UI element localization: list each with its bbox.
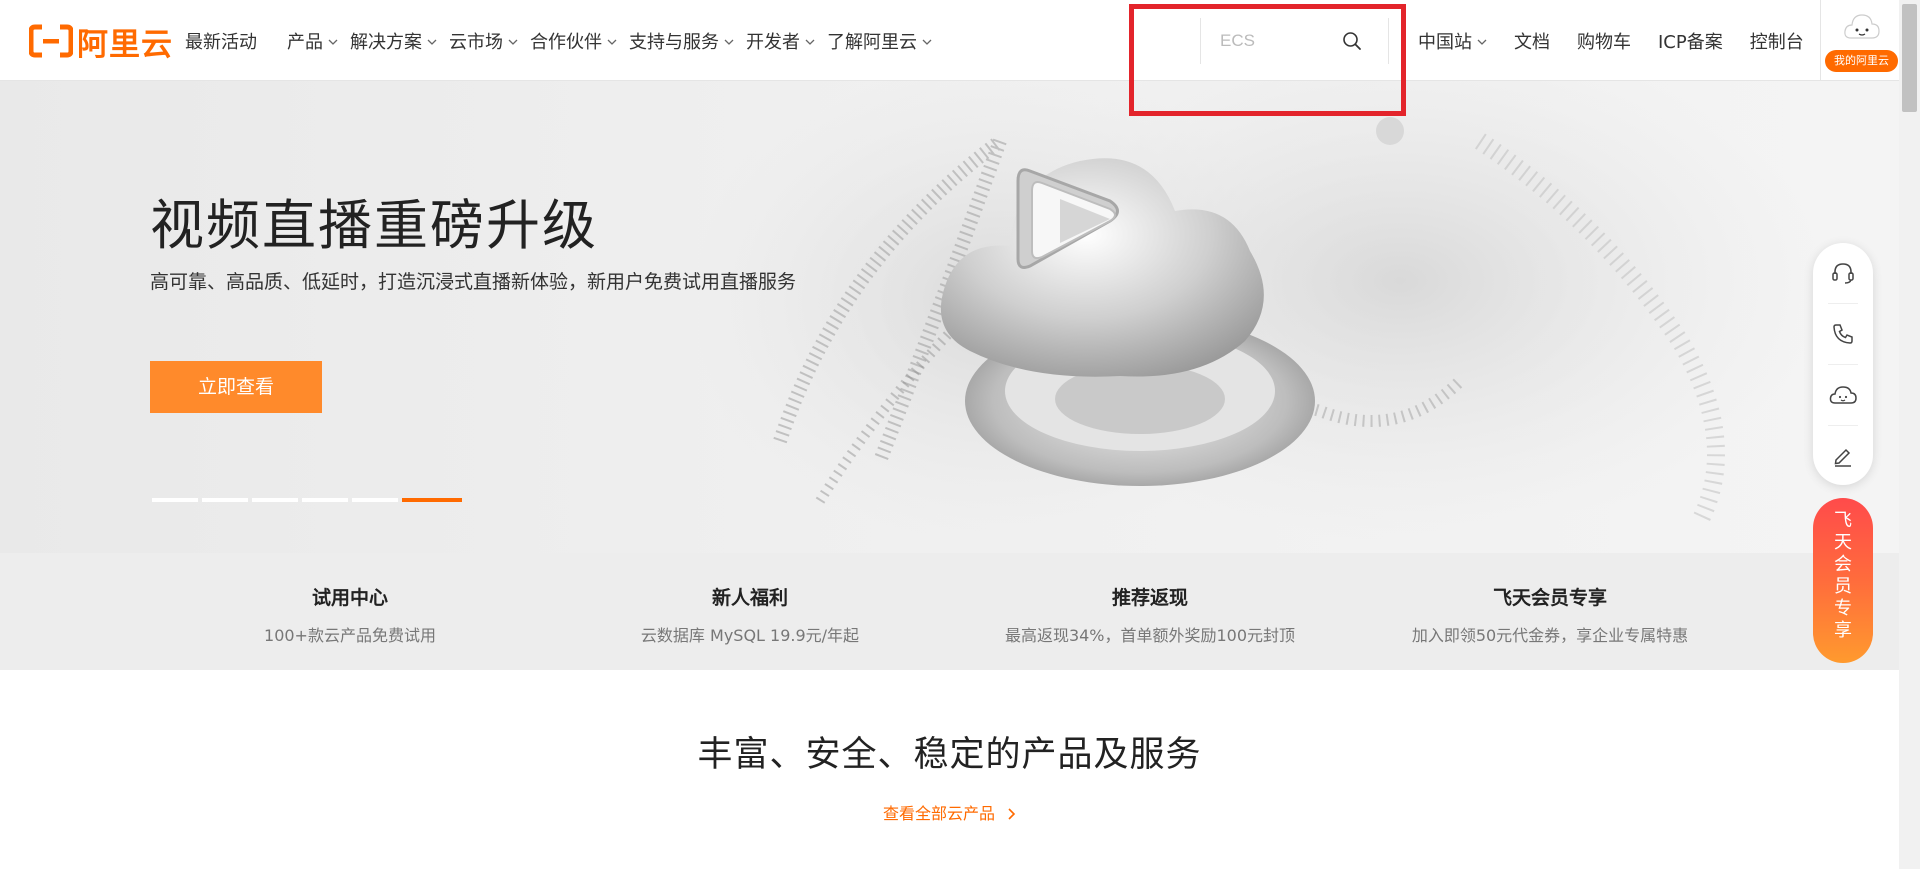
view-all-products-link[interactable]: 查看全部云产品 — [0, 800, 1899, 824]
carousel-dot[interactable] — [352, 498, 398, 502]
icp-link[interactable]: ICP备案 — [1658, 28, 1723, 54]
nav-item-about[interactable]: 了解阿里云 — [827, 28, 932, 54]
avatar[interactable] — [1843, 10, 1881, 44]
feitian-member-tab[interactable]: 飞天会员专享 — [1813, 498, 1873, 663]
nav-item-products[interactable]: 产品 — [287, 28, 338, 54]
promo-feitian-member[interactable]: 飞天会员专享 加入即领50元代金券，享企业专属特惠 — [1350, 553, 1750, 670]
hero-title: 视频直播重磅升级 — [150, 194, 598, 257]
nav-item-partners[interactable]: 合作伙伴 — [530, 28, 617, 54]
phone-icon[interactable] — [1813, 304, 1873, 364]
carousel-indicators — [152, 498, 466, 502]
promo-title: 飞天会员专享 — [1492, 587, 1607, 609]
nav-label: 最新活动 — [185, 31, 257, 53]
scrollbar-thumb[interactable] — [1902, 4, 1917, 112]
search-input[interactable] — [1218, 30, 1358, 52]
link-label: 查看全部云产品 — [882, 804, 995, 823]
promo-desc: 加入即领50元代金券，享企业专属特惠 — [1411, 626, 1689, 645]
carousel-dot-active[interactable] — [402, 498, 462, 502]
carousel-dot[interactable] — [152, 498, 198, 502]
aliyun-logo[interactable]: 阿里云 — [29, 22, 173, 63]
aliyun-logo-mark-icon — [29, 24, 73, 58]
nav-label: 合作伙伴 — [530, 31, 602, 53]
chevron-down-icon — [724, 30, 734, 51]
chevron-down-icon — [805, 30, 815, 51]
chevron-down-icon — [607, 30, 617, 51]
carousel-dot[interactable] — [202, 498, 248, 502]
aliyun-logo-text: 阿里云 — [77, 26, 173, 63]
docs-link[interactable]: 文档 — [1514, 28, 1550, 54]
promo-trial-center[interactable]: 试用中心 100+款云产品免费试用 — [150, 553, 550, 670]
promo-title: 推荐返现 — [1111, 587, 1188, 609]
promo-band: 试用中心 100+款云产品免费试用 新人福利 云数据库 MySQL 19.9元/… — [0, 553, 1899, 670]
nav-item-latest-activities[interactable]: 最新活动 — [185, 28, 257, 54]
search-box — [1200, 18, 1389, 64]
my-aliyun-badge[interactable]: 我的阿里云 — [1825, 50, 1898, 72]
cart-link[interactable]: 购物车 — [1577, 28, 1631, 54]
nav-label: 支持与服务 — [629, 31, 719, 53]
hero-subtitle: 高可靠、高品质、低延时，打造沉浸式直播新体验，新用户免费试用直播服务 — [150, 271, 797, 293]
promo-desc: 最高返现34%，首单额外奖励100元封顶 — [1004, 626, 1296, 645]
nav-item-solutions[interactable]: 解决方案 — [350, 28, 437, 54]
edit-icon[interactable] — [1813, 426, 1873, 486]
nav-label: 云市场 — [449, 31, 503, 53]
nav-label: 产品 — [287, 31, 323, 53]
carousel-dot[interactable] — [252, 498, 298, 502]
nav-label: 解决方案 — [350, 31, 422, 53]
right-nav: 中国站 文档 购物车 ICP备案 控制台 — [1418, 0, 1831, 81]
section-title: 丰富、安全、稳定的产品及服务 — [697, 735, 1202, 775]
search-icon[interactable] — [1342, 31, 1362, 55]
nav-item-support[interactable]: 支持与服务 — [629, 28, 734, 54]
console-link[interactable]: 控制台 — [1750, 28, 1804, 54]
nav-label: 了解阿里云 — [827, 31, 917, 53]
region-label: 中国站 — [1418, 31, 1472, 53]
chevron-down-icon — [328, 30, 338, 51]
headset-icon[interactable] — [1813, 243, 1873, 303]
user-area[interactable]: 我的阿里云 — [1820, 0, 1899, 81]
promo-title: 试用中心 — [311, 587, 388, 609]
main-nav: 最新活动 产品 解决方案 云市场 合作伙伴 支持与服务 开发者 了解阿里云 — [185, 0, 944, 81]
vertical-scrollbar[interactable] — [1899, 0, 1920, 869]
cloud-face-icon[interactable] — [1813, 365, 1873, 425]
hero-view-now-button[interactable]: 立即查看 — [150, 361, 322, 413]
nav-item-developers[interactable]: 开发者 — [746, 28, 815, 54]
carousel-dot[interactable] — [302, 498, 348, 502]
top-header: 阿里云 最新活动 产品 解决方案 云市场 合作伙伴 支持与服务 开发者 了解阿里… — [0, 0, 1899, 81]
promo-desc: 100+款云产品免费试用 — [264, 626, 436, 645]
chevron-down-icon — [508, 30, 518, 51]
promo-title: 新人福利 — [711, 587, 788, 609]
nav-label: 开发者 — [746, 31, 800, 53]
hero-cloud-play-illustration — [700, 81, 1820, 541]
promo-referral-cashback[interactable]: 推荐返现 最高返现34%，首单额外奖励100元封顶 — [950, 553, 1350, 670]
promo-new-user[interactable]: 新人福利 云数据库 MySQL 19.9元/年起 — [550, 553, 950, 670]
chevron-down-icon — [427, 30, 437, 51]
nav-item-marketplace[interactable]: 云市场 — [449, 28, 518, 54]
chevron-down-icon — [922, 30, 932, 51]
floating-toolbar — [1813, 243, 1873, 485]
region-selector[interactable]: 中国站 — [1418, 28, 1487, 54]
member-tab-label: 飞天会员专享 — [1834, 510, 1852, 641]
promo-desc: 云数据库 MySQL 19.9元/年起 — [640, 626, 860, 645]
hero-banner: 视频直播重磅升级 高可靠、高品质、低延时，打造沉浸式直播新体验，新用户免费试用直… — [0, 81, 1899, 553]
chevron-down-icon — [1477, 30, 1487, 51]
chevron-right-icon — [1008, 805, 1016, 824]
